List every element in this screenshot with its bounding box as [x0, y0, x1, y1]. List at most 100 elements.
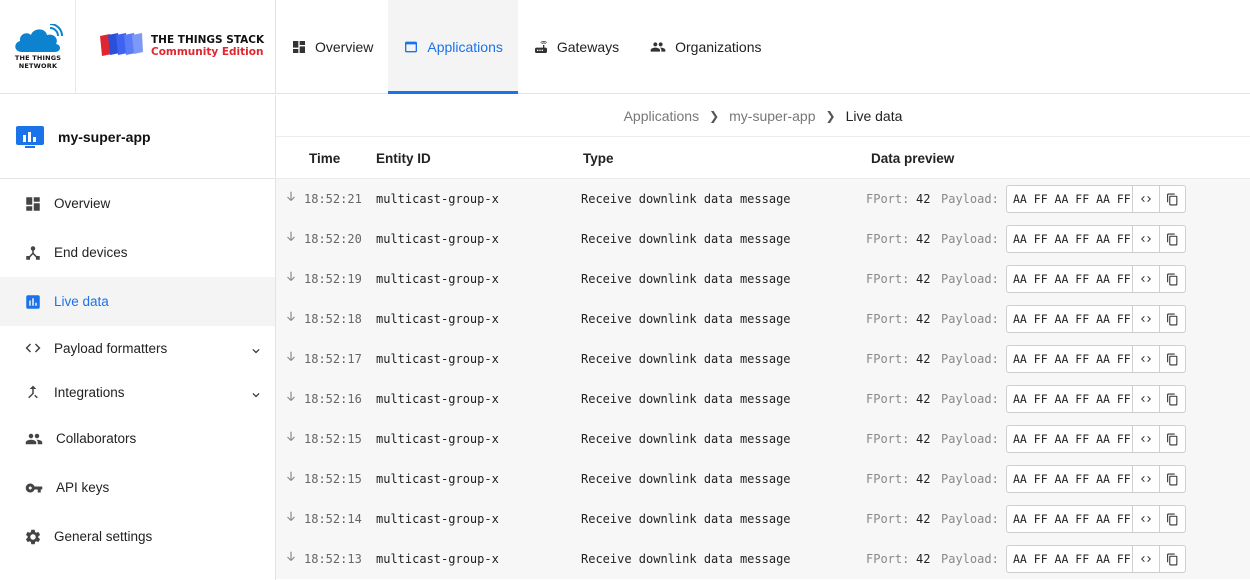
- toggle-format-button[interactable]: [1133, 426, 1159, 452]
- payload-bytes: AA FF AA FF AA FF: [1007, 546, 1133, 572]
- code-icon: [25, 343, 41, 353]
- copy-button[interactable]: [1159, 506, 1185, 532]
- toggle-format-button[interactable]: [1133, 466, 1159, 492]
- table-header: Time Entity ID Type Data preview: [276, 137, 1250, 179]
- table-row[interactable]: 18:52:20 multicast-group-x Receive downlin…: [276, 219, 1250, 259]
- fport-value: 42: [916, 472, 931, 486]
- topnav-organizations[interactable]: Organizations: [634, 0, 776, 94]
- topnav-gateways[interactable]: Gateways: [518, 0, 634, 94]
- sidebar: my-super-app Overview End devices Live d…: [0, 95, 276, 580]
- sidebar-item-live-data[interactable]: Live data: [0, 277, 275, 326]
- payload-bytes: AA FF AA FF AA FF: [1007, 306, 1133, 332]
- table-row[interactable]: 18:52:19 multicast-group-x Receive downlin…: [276, 259, 1250, 299]
- chevron-right-icon: ❯: [709, 108, 720, 123]
- copy-icon: [1167, 273, 1178, 285]
- sidebar-item-label: General settings: [54, 529, 153, 544]
- toggle-format-button[interactable]: [1133, 306, 1159, 332]
- toggle-format-button[interactable]: [1133, 346, 1159, 372]
- topnav-gateways-label: Gateways: [556, 39, 620, 55]
- payload-bytes: AA FF AA FF AA FF: [1007, 466, 1133, 492]
- sidebar-item-end-devices[interactable]: End devices: [0, 228, 275, 277]
- event-list: 18:52:21 multicast-group-x Receive downlin…: [276, 179, 1250, 579]
- copy-icon: [1167, 233, 1178, 245]
- sidebar-item-api-keys[interactable]: API keys: [0, 463, 275, 512]
- copy-icon: [1167, 393, 1178, 405]
- chevron-down-icon[interactable]: [249, 388, 263, 402]
- sidebar-item-collaborators[interactable]: Collaborators: [0, 414, 275, 463]
- copy-button[interactable]: [1159, 466, 1185, 492]
- event-type: Receive downlink data message: [581, 312, 791, 326]
- sidebar-item-payload-formatters[interactable]: Payload formatters: [0, 326, 275, 370]
- event-type: Receive downlink data message: [581, 432, 791, 446]
- stack-edition: Community Edition: [151, 46, 264, 58]
- table-row[interactable]: 18:52:15 multicast-group-x Receive downlin…: [276, 459, 1250, 499]
- toggle-format-button[interactable]: [1133, 386, 1159, 412]
- sidebar-item-label: End devices: [54, 245, 128, 260]
- key-icon: [25, 483, 43, 492]
- fport-value: 42: [916, 232, 931, 246]
- event-type: Receive downlink data message: [581, 392, 791, 406]
- code-icon: [1141, 476, 1151, 482]
- code-icon: [1141, 316, 1151, 322]
- copy-button[interactable]: [1159, 386, 1185, 412]
- event-time: 18:52:20: [304, 232, 362, 246]
- toggle-format-button[interactable]: [1133, 546, 1159, 572]
- event-type: Receive downlink data message: [581, 552, 791, 566]
- main-content: Applications ❯ my-super-app ❯ Live data …: [276, 95, 1250, 580]
- payload-bytes: AA FF AA FF AA FF: [1007, 506, 1133, 532]
- copy-button[interactable]: [1159, 266, 1185, 292]
- stack-logo[interactable]: THE THINGS STACK Community Edition: [76, 0, 276, 94]
- topnav-overview[interactable]: Overview: [276, 0, 388, 94]
- copy-button[interactable]: [1159, 186, 1185, 212]
- sidebar-item-overview[interactable]: Overview: [0, 179, 275, 228]
- arrow-down-icon: [284, 230, 298, 247]
- ttn-logo[interactable]: THE THINGS NETWORK: [0, 0, 76, 94]
- people-icon: [650, 42, 666, 52]
- app-header-block: my-super-app: [0, 95, 275, 179]
- code-icon: [1141, 196, 1151, 202]
- table-row[interactable]: 18:52:16 multicast-group-x Receive downlin…: [276, 379, 1250, 419]
- topnav-applications[interactable]: Applications: [388, 0, 518, 94]
- table-row[interactable]: 18:52:21 multicast-group-x Receive downlin…: [276, 179, 1250, 219]
- fport-label: FPort:: [866, 232, 910, 246]
- toggle-format-button[interactable]: [1133, 186, 1159, 212]
- copy-button[interactable]: [1159, 546, 1185, 572]
- table-row[interactable]: 18:52:13 multicast-group-x Receive downlin…: [276, 539, 1250, 579]
- sidebar-item-general-settings[interactable]: General settings: [0, 512, 275, 561]
- table-row[interactable]: 18:52:17 multicast-group-x Receive downlin…: [276, 339, 1250, 379]
- copy-button[interactable]: [1159, 346, 1185, 372]
- breadcrumb-current: Live data: [845, 107, 903, 124]
- toggle-format-button[interactable]: [1133, 226, 1159, 252]
- device-hub-icon: [26, 245, 40, 260]
- fport-label: FPort:: [866, 312, 910, 326]
- copy-button[interactable]: [1159, 306, 1185, 332]
- table-row[interactable]: 18:52:18 multicast-group-x Receive downlin…: [276, 299, 1250, 339]
- event-time: 18:52:13: [304, 552, 362, 566]
- chevron-down-icon[interactable]: [249, 344, 263, 358]
- event-entity-id: multicast-group-x: [376, 272, 499, 286]
- payload-box: AA FF AA FF AA FF: [1006, 225, 1186, 253]
- payload-box: AA FF AA FF AA FF: [1006, 385, 1186, 413]
- sidebar-item-label: Overview: [54, 196, 111, 211]
- column-type: Type: [583, 151, 614, 166]
- payload-label: Payload:: [941, 232, 999, 246]
- column-time: Time: [309, 151, 341, 166]
- fport-value: 42: [916, 512, 931, 526]
- event-time: 18:52:21: [304, 192, 362, 206]
- event-type: Receive downlink data message: [581, 192, 791, 206]
- arrow-down-icon: [284, 190, 298, 207]
- event-time: 18:52:14: [304, 512, 362, 526]
- fport-label: FPort:: [866, 392, 910, 406]
- breadcrumb-app[interactable]: my-super-app: [729, 108, 815, 124]
- breadcrumb-applications[interactable]: Applications: [624, 108, 700, 124]
- table-row[interactable]: 18:52:15 multicast-group-x Receive downlin…: [276, 419, 1250, 459]
- copy-button[interactable]: [1159, 426, 1185, 452]
- table-row[interactable]: 18:52:14 multicast-group-x Receive downlin…: [276, 499, 1250, 539]
- app-name: my-super-app: [58, 128, 151, 145]
- copy-button[interactable]: [1159, 226, 1185, 252]
- sidebar-item-integrations[interactable]: Integrations: [0, 370, 275, 414]
- copy-icon: [1167, 553, 1178, 565]
- toggle-format-button[interactable]: [1133, 506, 1159, 532]
- code-icon: [1141, 236, 1151, 242]
- toggle-format-button[interactable]: [1133, 266, 1159, 292]
